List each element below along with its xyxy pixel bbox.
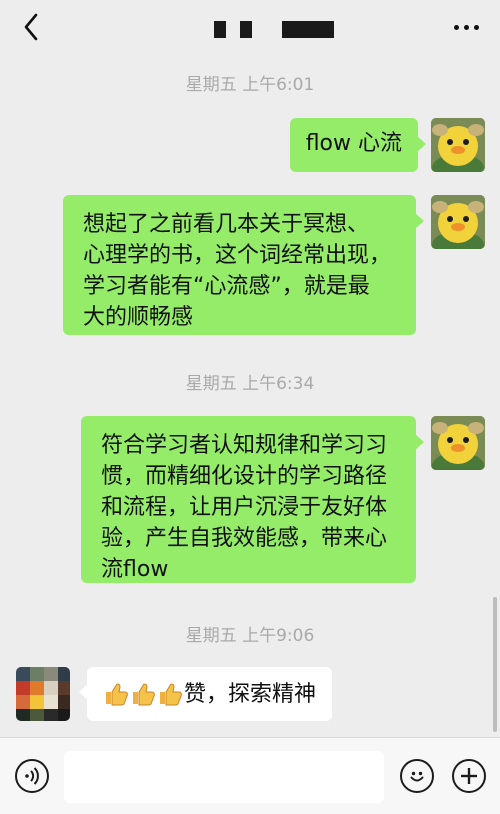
thumbs-up-icon <box>106 683 128 706</box>
message-line: 流flow <box>101 557 169 582</box>
thumbs-up-icon <box>160 683 182 706</box>
chat-title-redacted <box>240 21 252 38</box>
plus-button[interactable] <box>452 759 486 793</box>
avatar[interactable] <box>431 195 485 249</box>
back-button[interactable] <box>14 10 48 44</box>
message-bubble[interactable]: flow 心流 <box>289 118 427 172</box>
message-line: 大的顺畅感 <box>83 305 194 330</box>
duck-avatar-image <box>431 118 485 172</box>
message-line: flow 心流 <box>305 131 402 156</box>
more-options-button[interactable] <box>446 10 486 44</box>
message-bubble[interactable]: 赞，探索精神 <box>78 667 333 721</box>
thumbs-up-icon <box>133 683 155 706</box>
chat-header <box>0 0 500 56</box>
avatar[interactable] <box>431 416 485 470</box>
message-bubble[interactable]: 符合学习者认知规律和学习习 惯，而精细化设计的学习路径 和流程，让用户沉浸于友好… <box>81 416 424 583</box>
message-line: 符合学习者认知规律和学习习 <box>101 433 388 458</box>
ellipsis-icon <box>453 24 479 30</box>
chat-title-redacted <box>214 21 226 38</box>
avatar[interactable] <box>16 667 70 721</box>
timestamp: 星期五 上午9:06 <box>185 626 315 646</box>
chat-title-redacted <box>282 21 334 38</box>
chevron-left-icon <box>24 13 38 41</box>
message-input[interactable] <box>64 751 384 803</box>
message-line: 心理学的书，这个词经常出现， <box>83 243 392 268</box>
timestamp: 星期五 上午6:34 <box>185 374 315 394</box>
scrollbar[interactable] <box>493 597 497 732</box>
mosaic-avatar-image <box>16 667 70 721</box>
voice-button[interactable] <box>15 759 49 793</box>
smiley-icon <box>410 771 424 782</box>
message-line: 想起了之前看几本关于冥想、 <box>83 212 370 237</box>
duck-avatar-image <box>431 195 485 249</box>
message-text: 赞，探索精神 <box>184 681 317 707</box>
voice-icon <box>25 767 39 785</box>
message-line: 和流程，让用户沉浸于友好体 <box>101 495 388 520</box>
avatar[interactable] <box>431 118 485 172</box>
message-line: 验，产生自我效能感，带来心 <box>101 526 388 551</box>
timestamp: 星期五 上午6:01 <box>185 75 315 95</box>
duck-avatar-image <box>431 416 485 470</box>
emoji-button[interactable] <box>400 759 434 793</box>
message-bubble[interactable]: 想起了之前看几本关于冥想、 心理学的书，这个词经常出现， 学习者能有“心流感”，… <box>63 195 424 335</box>
message-line: 学习者能有“心流感”，就是最 <box>83 274 370 299</box>
message-line: 惯，而精细化设计的学习路径 <box>101 464 388 489</box>
input-bar <box>0 737 500 814</box>
plus-icon <box>461 768 477 784</box>
